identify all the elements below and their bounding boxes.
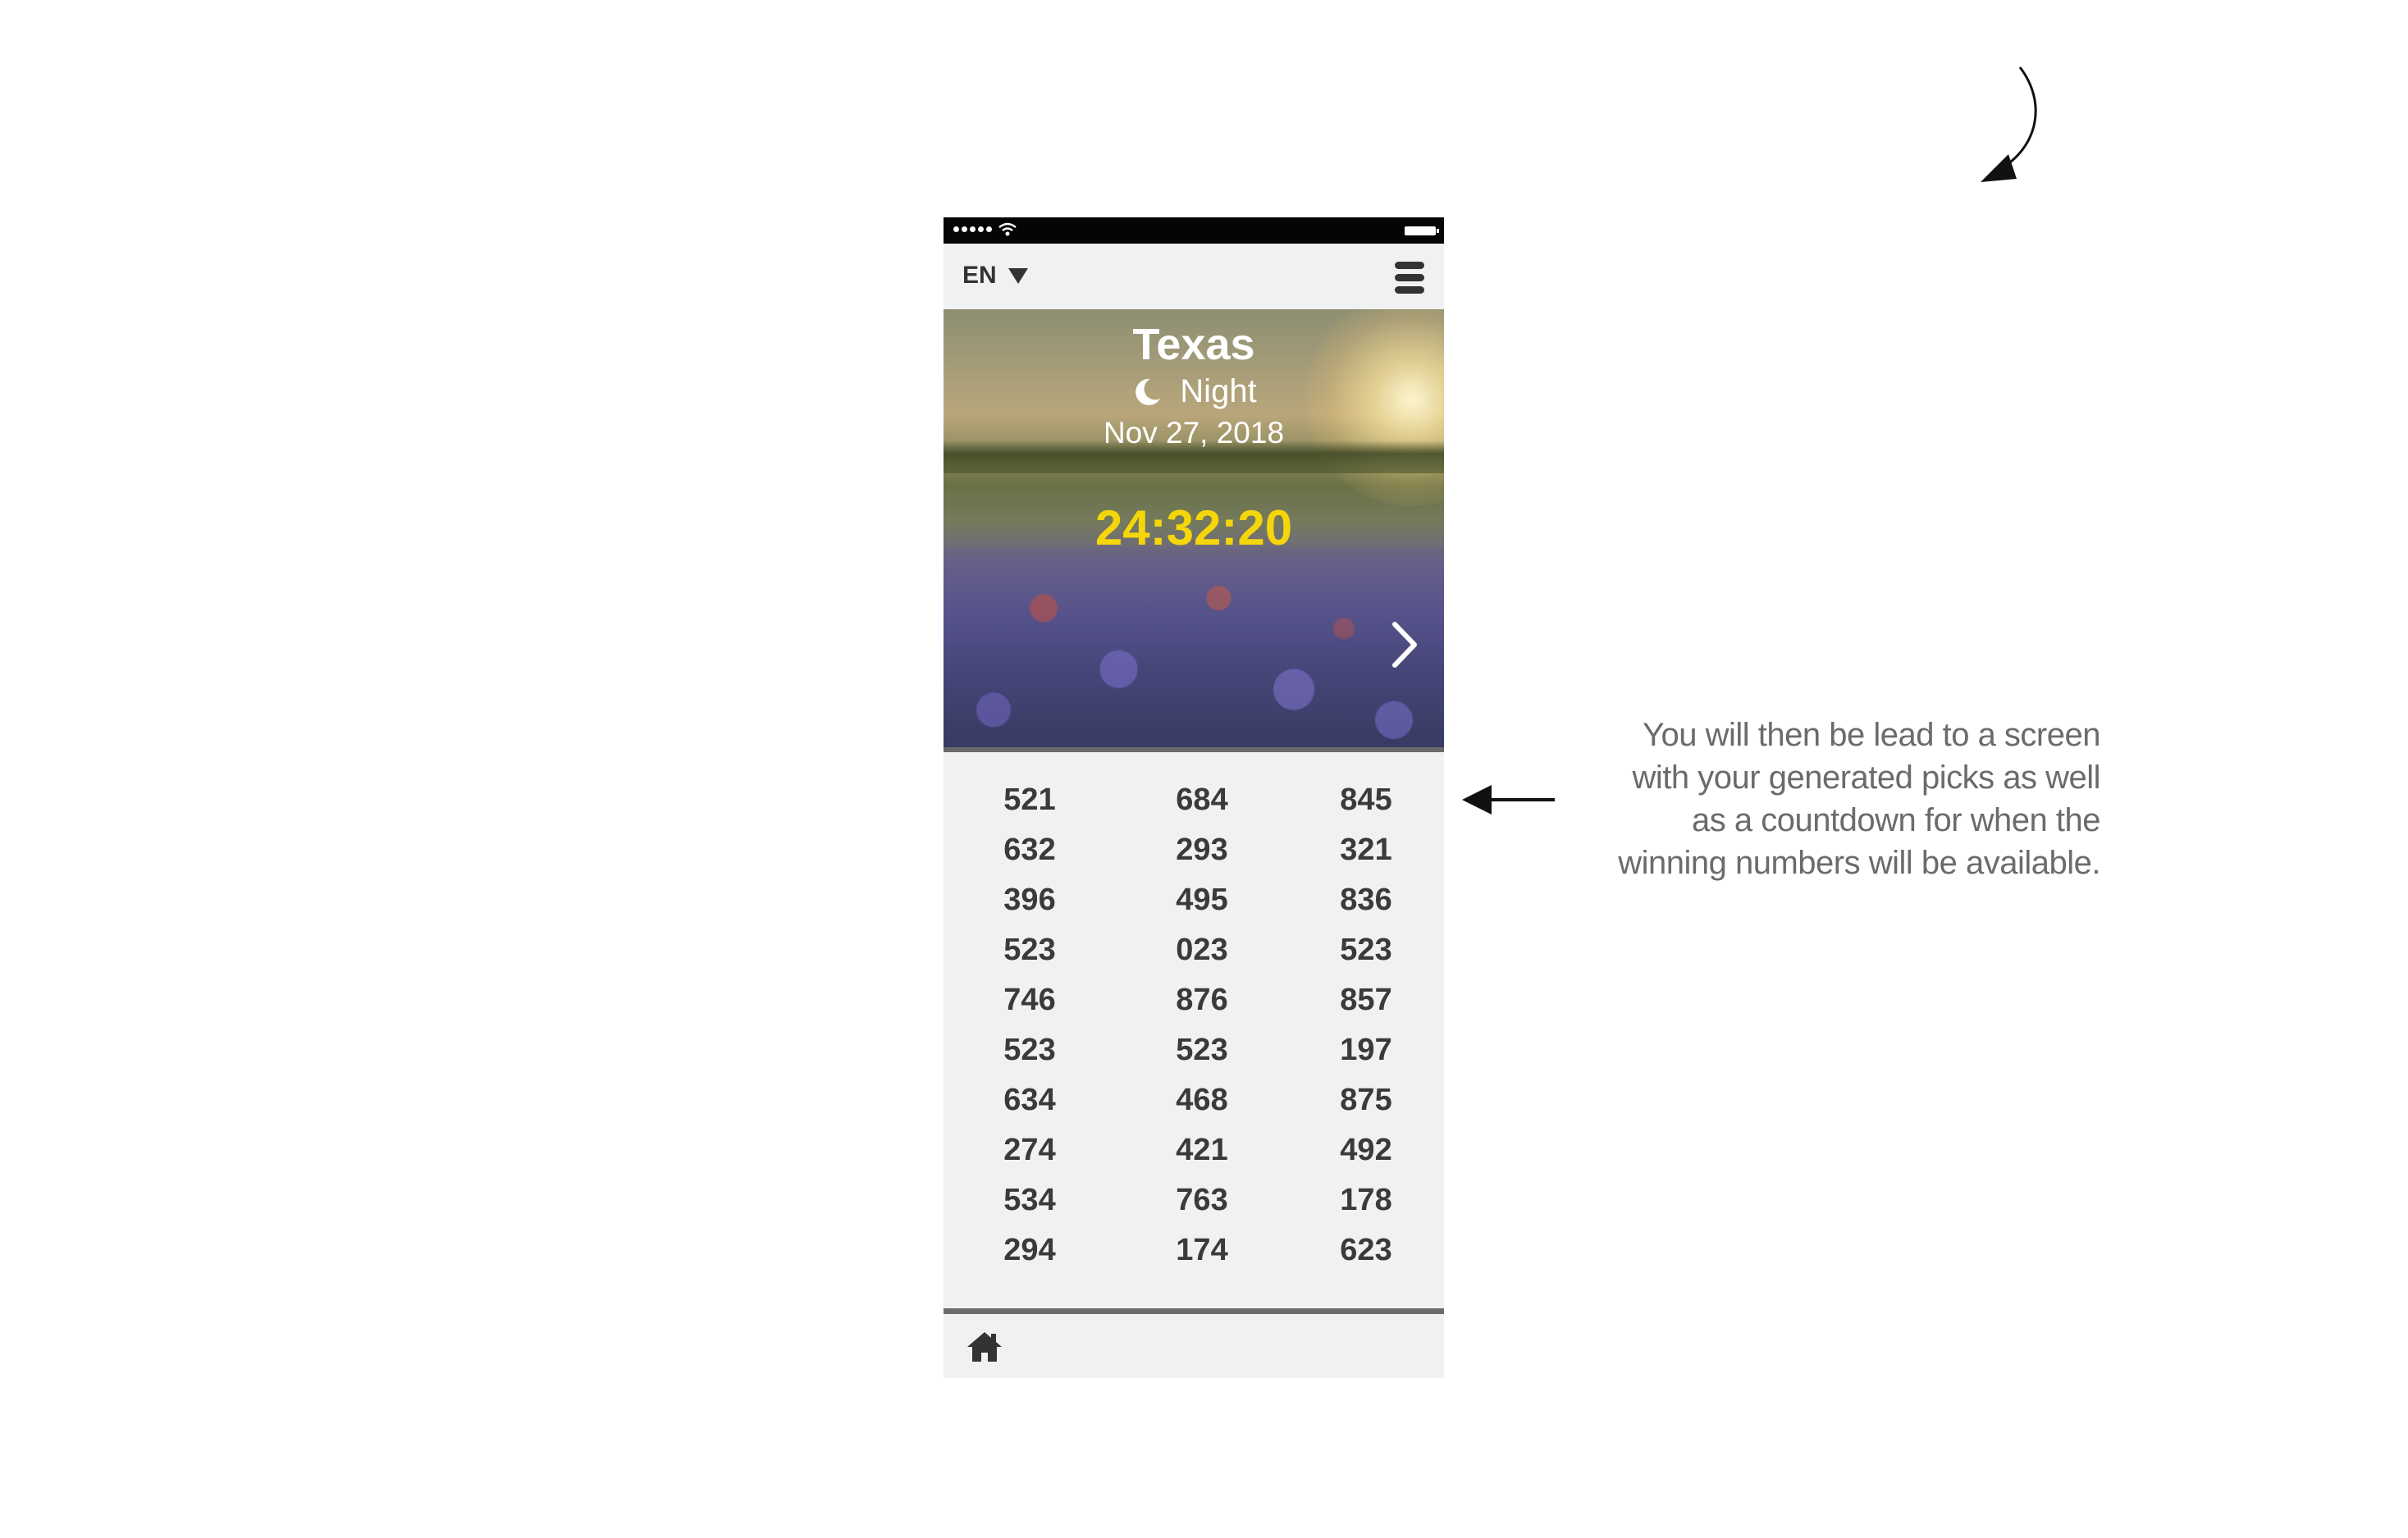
draw-date: Nov 27, 2018 [1103, 416, 1285, 450]
state-title: Texas [1132, 320, 1255, 369]
home-icon[interactable] [966, 1330, 1003, 1363]
annotation-text: You will then be lead to a screen with y… [1583, 714, 2100, 884]
pick-number: 521 [1003, 783, 1056, 817]
pick-number: 421 [1176, 1133, 1228, 1167]
pick-number: 523 [1003, 933, 1056, 967]
pick-number: 495 [1176, 883, 1228, 917]
pick-number: 845 [1340, 783, 1392, 817]
annotation-line: as a countdown for when the [1692, 802, 2100, 838]
language-label: EN [962, 262, 997, 289]
pick-number: 534 [1003, 1183, 1056, 1217]
picks-grid: 521 684 845 632 293 321 396 495 836 523 023 523 746 8… [944, 775, 1444, 1276]
pick-number: 468 [1176, 1083, 1228, 1117]
annotation-line: You will then be lead to a screen [1643, 717, 2100, 753]
pick-number: 274 [1003, 1133, 1056, 1167]
countdown-timer: 24:32:20 [1094, 500, 1293, 555]
hamburger-menu-icon[interactable] [1395, 262, 1424, 298]
draw-period: Night [944, 373, 1444, 410]
draw-period-label: Night [1180, 373, 1257, 409]
battery-icon [1405, 226, 1439, 235]
dropdown-caret-icon [1008, 267, 1028, 284]
pick-number: 293 [1176, 833, 1228, 867]
pick-number: 875 [1340, 1083, 1392, 1117]
pick-number: 634 [1003, 1083, 1056, 1117]
pick-number: 876 [1176, 983, 1228, 1017]
pick-number: 174 [1176, 1233, 1228, 1267]
pick-number: 763 [1176, 1183, 1228, 1217]
pick-number: 857 [1340, 983, 1392, 1017]
status-bar [944, 217, 1444, 244]
background-flowers [944, 547, 1444, 751]
pick-number: 178 [1340, 1183, 1392, 1217]
pick-number: 023 [1176, 933, 1228, 967]
pick-number: 523 [1340, 933, 1392, 967]
left-arrow-annotation [1462, 785, 1555, 815]
bottom-divider [944, 1308, 1444, 1314]
pick-number: 396 [1003, 883, 1056, 917]
phone-screen: EN Texas Night Nov 27, 2018 24:32:20 521… [944, 217, 1444, 1378]
pick-number: 623 [1340, 1233, 1392, 1267]
moon-icon [1135, 378, 1161, 405]
pick-number: 746 [1003, 983, 1056, 1017]
pick-number: 197 [1340, 1033, 1392, 1067]
pick-number: 294 [1003, 1233, 1056, 1267]
hero-divider [944, 747, 1444, 752]
hero-banner: Texas Night Nov 27, 2018 24:32:20 [944, 309, 1444, 751]
signal-strength-icon [953, 226, 992, 232]
annotation-line: with your generated picks as well [1632, 760, 2101, 796]
pick-number: 632 [1003, 833, 1056, 867]
chevron-right-icon[interactable] [1388, 619, 1421, 670]
top-bar: EN [944, 244, 1444, 309]
curved-arrow-annotation [1981, 66, 2037, 182]
pick-number: 684 [1176, 783, 1228, 817]
pick-number: 836 [1340, 883, 1392, 917]
pick-number: 523 [1003, 1033, 1056, 1067]
annotation-line: winning numbers will be available. [1618, 845, 2100, 881]
bottom-nav [944, 1314, 1444, 1378]
pick-number: 492 [1340, 1133, 1392, 1167]
pick-number: 321 [1340, 833, 1392, 867]
pick-number: 523 [1176, 1033, 1228, 1067]
wifi-icon [998, 222, 1017, 236]
language-selector[interactable]: EN [962, 262, 1028, 290]
